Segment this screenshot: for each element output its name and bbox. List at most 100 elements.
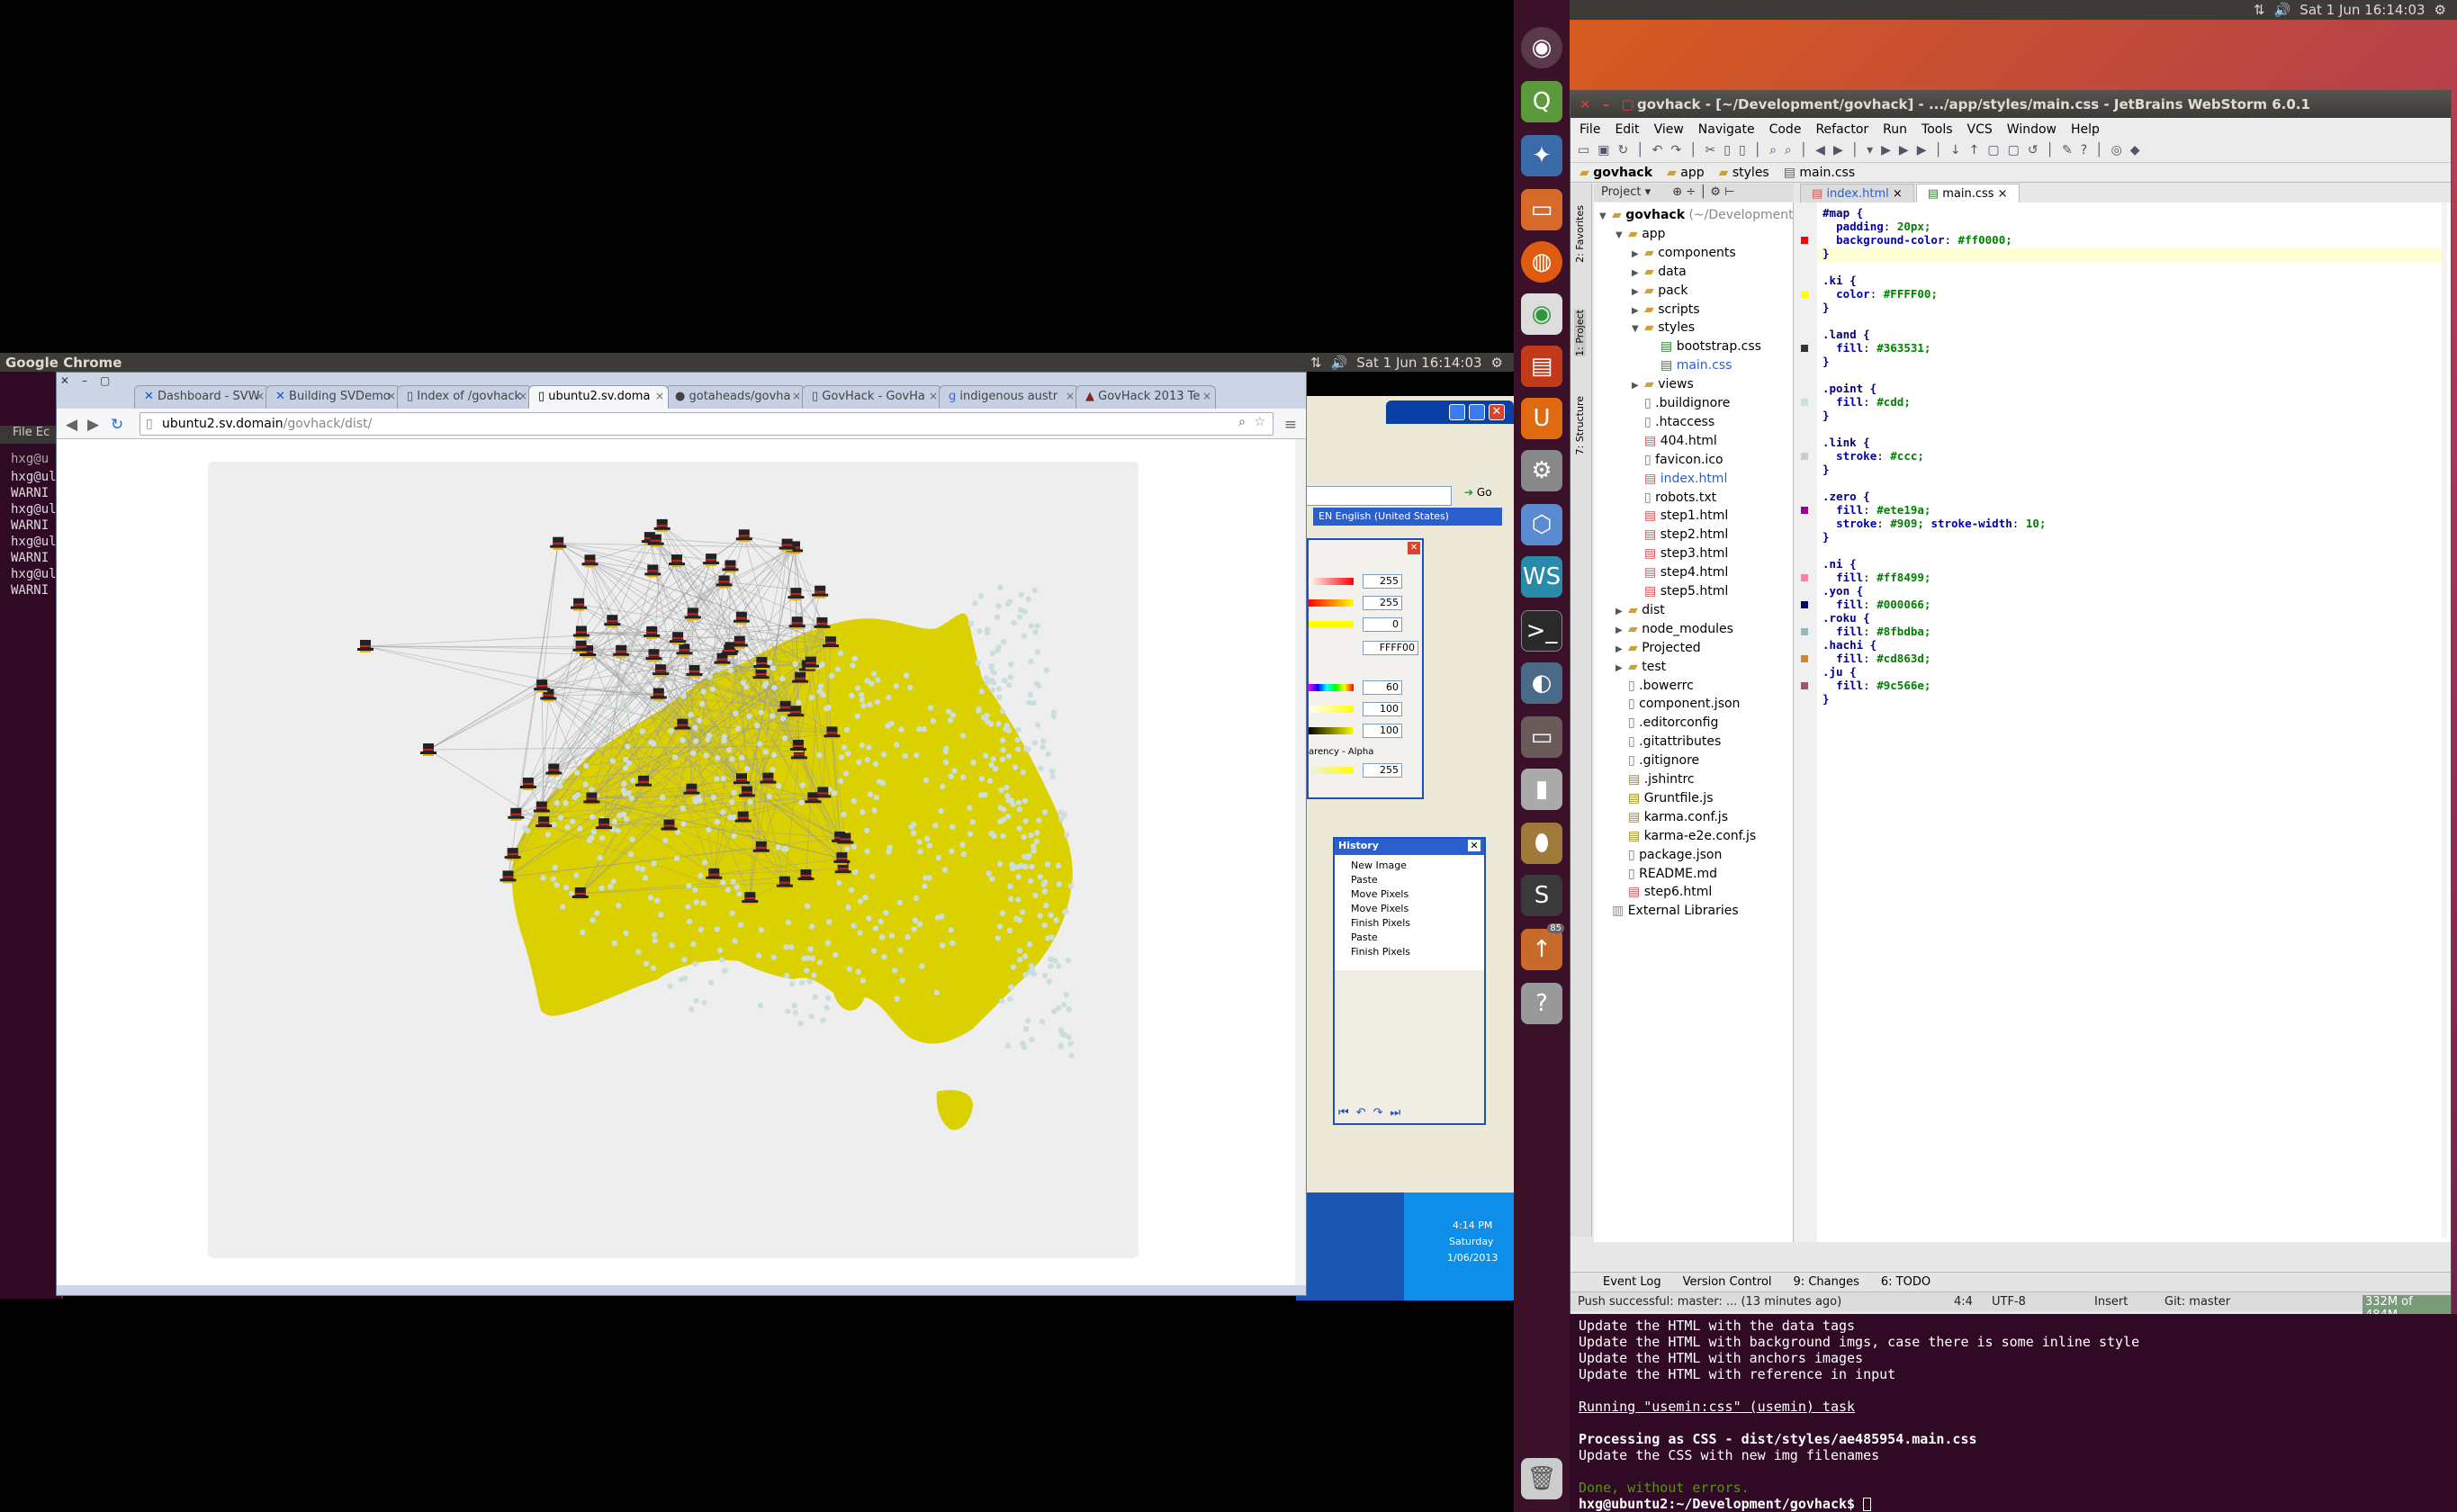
tree-folder[interactable]: ▶ ▰ data — [1632, 265, 1687, 283]
tree-file[interactable]: ▤ karma.conf.js — [1616, 810, 1728, 828]
star-icon[interactable]: ☆ — [1254, 415, 1265, 429]
history-item[interactable]: Paste — [1335, 873, 1484, 887]
tab[interactable]: ▲ GovHack 2013 Te × — [1076, 385, 1216, 409]
menu-tools[interactable]: Tools — [1922, 122, 1953, 140]
volume-icon[interactable]: 🔊 — [1331, 355, 1348, 371]
breadcrumb-item[interactable]: ▰ govhack — [1580, 166, 1652, 182]
tree-file[interactable]: ▤ step1.html — [1632, 508, 1728, 526]
reload-icon[interactable]: ↻ — [111, 416, 123, 434]
australia-map[interactable] — [208, 462, 1138, 1258]
menu-file[interactable]: File — [1580, 122, 1600, 140]
menu-run[interactable]: Run — [1883, 122, 1907, 140]
editor-tab[interactable]: ▤ index.html × — [1800, 184, 1914, 203]
tree-folder[interactable]: ▶ ▰ scripts — [1632, 302, 1700, 320]
window-controls[interactable]: ✕–▢ — [60, 374, 122, 387]
xp-language-bar[interactable]: EN English (United States) — [1313, 508, 1502, 526]
ubuntu-one-icon[interactable]: U — [1521, 398, 1562, 439]
trash-icon[interactable]: 🗑 — [1521, 1458, 1562, 1499]
tree-file[interactable]: ▤ .jshintrc — [1616, 772, 1695, 790]
insert-mode[interactable]: Insert — [2094, 1295, 2128, 1309]
volume-icon[interactable]: 🔊 — [2274, 2, 2291, 18]
tree-file[interactable]: ▯ .editorconfig — [1616, 716, 1718, 734]
tree-file[interactable]: ▤ step6.html — [1616, 885, 1712, 903]
history-panel[interactable]: History ✕ New Image Paste Move Pixels Mov… — [1333, 837, 1486, 1125]
editor-tab-active[interactable]: ▤ main.css × — [1915, 184, 2020, 203]
project-panel-header[interactable]: Project ▾ ⊕ ÷ │ ⚙ ⊢ — [1594, 184, 1794, 202]
tree-folder[interactable]: ▶ ▰ dist — [1616, 603, 1665, 621]
settings-icon[interactable]: ⚙ — [1521, 450, 1562, 491]
files-icon[interactable]: ▭ — [1521, 189, 1562, 230]
tree-file[interactable]: ▤ main.css — [1648, 358, 1732, 376]
tree-file[interactable]: ▤ 404.html — [1632, 434, 1717, 452]
tab-version-control[interactable]: Version Control — [1683, 1275, 1772, 1292]
tree-file[interactable]: ▯ favicon.ico — [1632, 453, 1724, 471]
side-tab-structure[interactable]: 7: Structure — [1574, 396, 1586, 454]
tree-file[interactable]: ▯ README.md — [1616, 867, 1717, 885]
tree-file[interactable]: ▤ step3.html — [1632, 546, 1728, 564]
ubuntu-dash-icon[interactable]: ◉ — [1521, 27, 1562, 68]
tab[interactable]: ▯ Index of /govhack × — [397, 385, 532, 409]
postgres-icon[interactable]: ◐ — [1521, 662, 1562, 704]
tab-event-log[interactable]: Event Log — [1603, 1275, 1661, 1292]
menu-edit[interactable]: Ec — [36, 426, 50, 439]
tab-todo[interactable]: 6: TODO — [1881, 1275, 1930, 1292]
gear-icon[interactable]: ⚙ — [2434, 2, 2446, 18]
xp-titlebar-buttons[interactable]: ✕ — [1386, 400, 1514, 424]
tab[interactable]: ✕ Building SVDemo × — [266, 385, 400, 409]
tree-folder[interactable]: ▶ ▰ Projected — [1616, 641, 1701, 659]
history-item[interactable]: Finish Pixels — [1335, 916, 1484, 931]
menu-file[interactable]: File — [13, 426, 32, 439]
tree-file[interactable]: ▯ .gitattributes — [1616, 734, 1721, 752]
tree-folder[interactable]: ▶ ▰ views — [1632, 377, 1694, 395]
network-icon[interactable]: ✦ — [1521, 135, 1562, 176]
tree-file[interactable]: ▤ karma-e2e.conf.js — [1616, 829, 1756, 847]
code-editor[interactable]: #map { padding: 20px; background-color: … — [1817, 202, 2451, 1242]
git-branch[interactable]: Git: master — [2164, 1295, 2230, 1309]
tree-file[interactable]: ▥ External Libraries — [1599, 904, 1739, 922]
usb-drive-icon[interactable]: ▮ — [1521, 769, 1562, 810]
breadcrumb-item[interactable]: ▰ app — [1667, 166, 1705, 182]
virtualbox-icon[interactable]: ⬡ — [1521, 504, 1562, 545]
update-manager-icon[interactable]: ↑ 85 — [1521, 923, 1564, 970]
chrome-icon[interactable]: ◉ — [1521, 293, 1562, 335]
color-value[interactable]: 255 — [1363, 596, 1402, 610]
tab[interactable]: g indigenous austr × — [939, 385, 1079, 409]
caret-position[interactable]: 4:4 — [1954, 1295, 1973, 1309]
tree-folder[interactable]: ▶ ▰ pack — [1632, 284, 1688, 302]
menu-code[interactable]: Code — [1769, 122, 1802, 140]
terminal-window[interactable]: Update the HTML with the data tags Update… — [1570, 1314, 2457, 1512]
background-terminal-window[interactable]: File Ec hxg@u hxg@ul WARNI hxg@ul WARNI … — [0, 372, 63, 1299]
tree-folder[interactable]: ▼ ▰ styles — [1632, 320, 1695, 338]
menu-vcs[interactable]: VCS — [1967, 122, 1993, 140]
sublime-icon[interactable]: S — [1521, 875, 1562, 916]
search-icon[interactable]: ⌕ — [1238, 415, 1246, 429]
color-value[interactable]: 100 — [1363, 724, 1402, 738]
help-icon[interactable]: ? — [1521, 983, 1562, 1024]
close-icon[interactable]: ✕ — [1468, 840, 1480, 851]
alpha-value[interactable]: 255 — [1363, 763, 1402, 778]
history-item[interactable]: New Image — [1335, 859, 1484, 873]
gear-icon[interactable]: ⚙ — [1491, 355, 1503, 371]
history-nav-icons[interactable]: ⏮↶↷⏭ — [1338, 1106, 1408, 1120]
tree-file[interactable]: ▯ .htaccess — [1632, 415, 1714, 433]
breadcrumb-item[interactable]: ▤ main.css — [1784, 166, 1855, 182]
menu-refactor[interactable]: Refactor — [1815, 122, 1868, 140]
screen-icon[interactable]: ▭ — [1521, 716, 1562, 758]
address-bar[interactable]: ▯ ubuntu2.sv.domain/govhack/dist/ ⌕ ☆ — [140, 412, 1274, 436]
xp-address-box[interactable] — [1306, 486, 1452, 506]
qgis-icon[interactable]: Q — [1521, 81, 1562, 122]
side-tab-project[interactable]: 1: Project — [1574, 310, 1586, 356]
tab-changes[interactable]: 9: Changes — [1794, 1275, 1859, 1292]
tree-file[interactable]: ▤ step4.html — [1632, 565, 1728, 583]
color-picker-panel[interactable]: ✕ 255 255 0 FFFF00 60 100 100 arency - A… — [1307, 538, 1424, 799]
history-item[interactable]: Move Pixels — [1335, 887, 1484, 902]
network-icon[interactable]: ⇅ — [1310, 355, 1322, 371]
tree-file[interactable]: ▯ .gitignore — [1616, 753, 1699, 771]
window-controls[interactable]: ✕ – ▢ — [1580, 96, 1638, 112]
tree-file[interactable]: ▯ .bowerrc — [1616, 679, 1694, 697]
tab-active[interactable]: ▯ ubuntu2.sv.doma × — [528, 385, 669, 409]
tree-file[interactable]: ▤ index.html — [1632, 472, 1727, 490]
clock[interactable]: Sat 1 Jun 16:14:03 — [1356, 355, 1481, 371]
tree-file[interactable]: ▯ robots.txt — [1632, 490, 1716, 508]
tree-file[interactable]: ▤ bootstrap.css — [1648, 339, 1761, 357]
